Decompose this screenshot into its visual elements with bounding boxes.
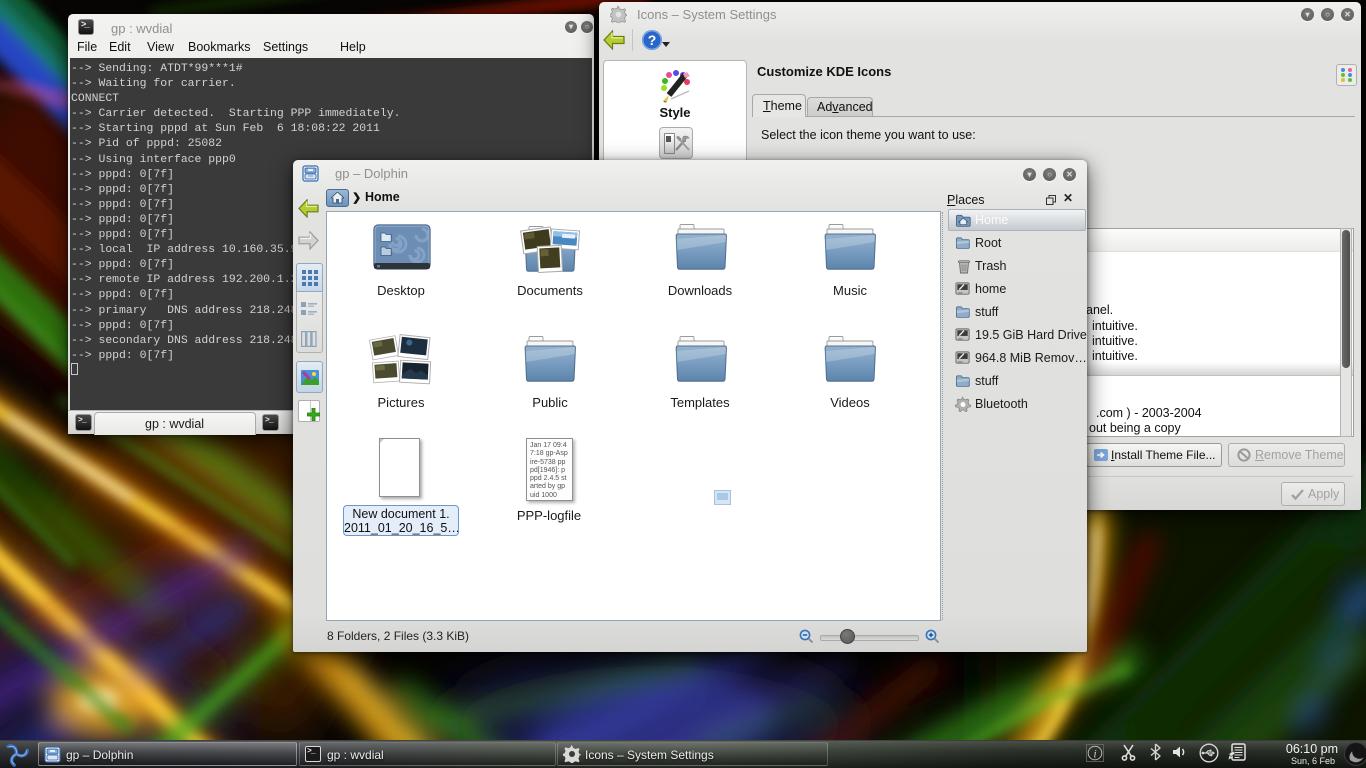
svg-text:?: ? — [648, 32, 657, 48]
svg-text:i: i — [1093, 746, 1096, 760]
